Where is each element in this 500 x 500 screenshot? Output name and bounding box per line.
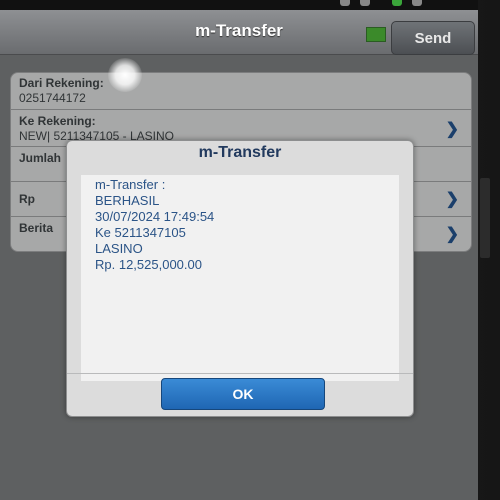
status-dot-icon	[360, 0, 370, 6]
from-account-value: 0251744172	[19, 91, 86, 105]
from-account-label: Dari Rekening:	[19, 76, 104, 90]
battery-icon	[412, 0, 422, 6]
status-bar	[0, 0, 478, 10]
from-account-row[interactable]: Dari Rekening: 0251744172	[11, 73, 471, 110]
message-line: Rp. 12,525,000.00	[95, 257, 202, 272]
ok-button[interactable]: OK	[161, 378, 325, 410]
chevron-right-icon: ❯	[445, 226, 459, 243]
message-line: 30/07/2024 17:49:54	[95, 209, 215, 224]
message-line: BERHASIL	[95, 193, 160, 208]
phone-side-button	[480, 178, 490, 258]
dialog-message: m-Transfer : BERHASIL 30/07/2024 17:49:5…	[81, 175, 399, 381]
status-dot-icon	[340, 0, 350, 6]
message-line: Ke 5211347105	[95, 225, 186, 240]
phone-device: m-Transfer Send Dari Rekening: 025174417…	[0, 0, 500, 500]
app-header: m-Transfer Send	[0, 10, 478, 55]
signal-icon	[392, 0, 402, 6]
to-account-label: Ke Rekening:	[19, 114, 96, 128]
chevron-right-icon: ❯	[445, 191, 459, 208]
transfer-result-dialog: m-Transfer m-Transfer : BERHASIL 30/07/2…	[66, 140, 414, 417]
message-line: LASINO	[95, 241, 143, 256]
dialog-title: m-Transfer	[198, 144, 282, 161]
dialog-divider	[67, 373, 413, 374]
status-indicator-icon	[366, 27, 386, 42]
news-label: Berita	[19, 221, 54, 235]
camera-flash-glare	[108, 58, 142, 92]
currency-label: Rp	[19, 192, 35, 206]
chevron-right-icon: ❯	[445, 121, 459, 138]
amount-label: Jumlah	[19, 151, 62, 165]
phone-screen: m-Transfer Send Dari Rekening: 025174417…	[0, 0, 478, 500]
send-button[interactable]: Send	[391, 21, 475, 55]
message-line: m-Transfer :	[95, 177, 166, 192]
